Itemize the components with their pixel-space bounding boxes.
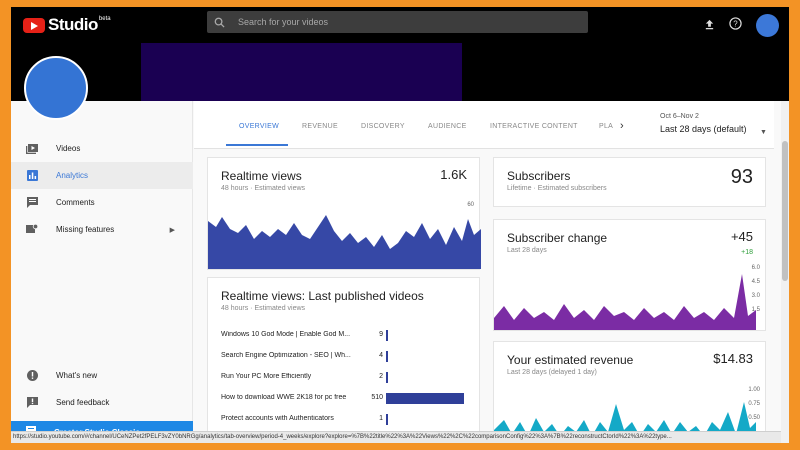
last-published-videos-card[interactable]: Realtime views: Last published videos 48… xyxy=(207,277,480,437)
revenue-value: $14.83 xyxy=(713,351,753,366)
list-item[interactable]: Protect accounts with Authenticators 1 xyxy=(221,414,466,426)
tab-discovery[interactable]: DISCOVERY xyxy=(361,123,405,130)
status-bar-url: https://studio.youtube.com/#/channel/UCe… xyxy=(11,431,781,443)
active-tab-indicator xyxy=(226,144,288,146)
card-subtitle: 48 hours · Estimated views xyxy=(221,305,306,312)
tab-revenue[interactable]: REVENUE xyxy=(302,123,338,130)
app-window: Studio beta ? Videos xyxy=(11,7,789,443)
logo-text: Studio xyxy=(48,15,98,34)
sidebar-item-label: Missing features xyxy=(56,225,115,234)
comments-icon xyxy=(26,197,38,209)
subscriber-change-value: +45 xyxy=(730,229,753,244)
list-item[interactable]: Windows 10 God Mode | Enable God M... 9 xyxy=(221,330,466,342)
video-title: Protect accounts with Authenticators xyxy=(221,415,334,422)
sidebar: Videos Analytics Comments Missing featur… xyxy=(11,101,193,443)
card-subtitle: Last 28 days (delayed 1 day) xyxy=(507,369,597,376)
card-title: Subscribers xyxy=(507,169,571,183)
sidebar-item-send-feedback[interactable]: Send feedback xyxy=(11,389,193,416)
video-title: Run Your PC More Efficiently xyxy=(221,373,312,380)
sidebar-item-label: Analytics xyxy=(56,171,89,180)
video-count: 1 xyxy=(379,415,383,422)
missing-features-icon xyxy=(26,224,38,236)
sidebar-item-analytics[interactable]: Analytics xyxy=(11,162,193,189)
date-range-dates: Oct 6–Nov 2 xyxy=(660,113,699,120)
list-item[interactable]: Run Your PC More Efficiently 2 xyxy=(221,372,466,384)
channel-avatar[interactable] xyxy=(24,56,88,120)
sidebar-item-missing-features[interactable]: Missing features ▶ xyxy=(11,216,193,243)
card-title: Your estimated revenue xyxy=(507,353,634,367)
video-title: Windows 10 God Mode | Enable God M... xyxy=(221,331,351,338)
card-subtitle: 48 hours · Estimated views xyxy=(221,185,306,192)
chevron-down-icon: ▼ xyxy=(760,129,767,136)
chevron-right-icon: ▶ xyxy=(169,226,175,234)
feedback-icon xyxy=(26,397,38,409)
sidebar-item-label: Comments xyxy=(56,198,95,207)
subscriber-change-card[interactable]: Subscriber change Last 28 days +45 +18 6… xyxy=(493,219,766,331)
studio-logo[interactable]: Studio beta xyxy=(23,15,111,35)
scrollbar-thumb[interactable] xyxy=(782,141,788,281)
search-input[interactable] xyxy=(238,17,558,27)
card-subtitle: Last 28 days xyxy=(507,247,547,254)
video-icon xyxy=(26,143,38,155)
tab-overview[interactable]: OVERVIEW xyxy=(239,123,279,130)
subscriber-change-chart xyxy=(494,274,756,330)
sidebar-item-label: Send feedback xyxy=(56,398,110,407)
card-title: Realtime views xyxy=(221,169,302,183)
estimated-revenue-card[interactable]: Your estimated revenue Last 28 days (del… xyxy=(493,341,766,443)
logo-beta: beta xyxy=(98,16,111,22)
info-icon xyxy=(26,370,38,382)
video-bar xyxy=(386,351,388,362)
youtube-play-icon xyxy=(23,17,45,33)
upload-icon[interactable] xyxy=(704,17,715,35)
card-subtitle: Lifetime · Estimated subscribers xyxy=(507,185,607,192)
subscribers-value: 93 xyxy=(730,166,753,188)
realtime-views-value: 1.6K xyxy=(440,167,467,182)
top-bar: Studio beta ? xyxy=(11,7,789,101)
y-axis-tick: 60 xyxy=(467,202,474,208)
list-item[interactable]: How to download WWE 2K18 for pc free 510 xyxy=(221,393,466,405)
video-count: 4 xyxy=(379,352,383,359)
card-title: Subscriber change xyxy=(507,231,608,245)
channel-banner xyxy=(141,43,462,101)
date-range-selector[interactable]: Oct 6–Nov 2 Last 28 days (default) ▼ xyxy=(660,113,767,136)
card-title: Realtime views: Last published videos xyxy=(221,289,424,303)
date-range-label: Last 28 days (default) xyxy=(660,124,747,134)
list-item[interactable]: Search Engine Optimization - SEO | Wh...… xyxy=(221,351,466,363)
subscriber-change-area xyxy=(494,274,756,330)
realtime-views-card[interactable]: Realtime views 48 hours · Estimated view… xyxy=(207,157,481,270)
tab-bar: OVERVIEW REVENUE DISCOVERY AUDIENCE INTE… xyxy=(194,101,774,149)
realtime-views-chart xyxy=(208,215,481,269)
account-avatar[interactable] xyxy=(756,14,779,37)
scrollbar[interactable] xyxy=(781,101,789,443)
sidebar-item-comments[interactable]: Comments xyxy=(11,189,193,216)
sidebar-item-whats-new[interactable]: What's new xyxy=(11,362,193,389)
video-bar xyxy=(386,414,388,425)
subscribers-card[interactable]: Subscribers Lifetime · Estimated subscri… xyxy=(493,157,766,207)
sidebar-item-label: What's new xyxy=(56,371,98,380)
help-icon[interactable]: ? xyxy=(729,16,742,35)
video-count: 510 xyxy=(371,394,383,401)
analytics-icon xyxy=(26,170,38,182)
tab-interactive-content[interactable]: INTERACTIVE CONTENT xyxy=(490,123,578,130)
realtime-area xyxy=(208,215,481,269)
top-icons: ? xyxy=(704,14,779,37)
tab-playlists[interactable]: PLA xyxy=(599,123,613,130)
search-bar[interactable] xyxy=(207,11,588,33)
svg-text:?: ? xyxy=(733,19,738,28)
chevron-right-icon[interactable]: › xyxy=(620,120,624,132)
video-count: 2 xyxy=(379,373,383,380)
sidebar-item-label: Videos xyxy=(56,144,81,153)
video-title: How to download WWE 2K18 for pc free xyxy=(221,394,347,401)
subscriber-change-delta: +18 xyxy=(741,249,753,256)
video-count: 9 xyxy=(379,331,383,338)
main-content: OVERVIEW REVENUE DISCOVERY AUDIENCE INTE… xyxy=(194,101,789,443)
tab-audience[interactable]: AUDIENCE xyxy=(428,123,467,130)
search-icon xyxy=(214,17,234,28)
video-title: Search Engine Optimization - SEO | Wh... xyxy=(221,352,351,359)
video-bar xyxy=(386,393,464,404)
video-bar xyxy=(386,372,388,383)
sidebar-item-videos[interactable]: Videos xyxy=(11,135,193,162)
video-bar xyxy=(386,330,388,341)
